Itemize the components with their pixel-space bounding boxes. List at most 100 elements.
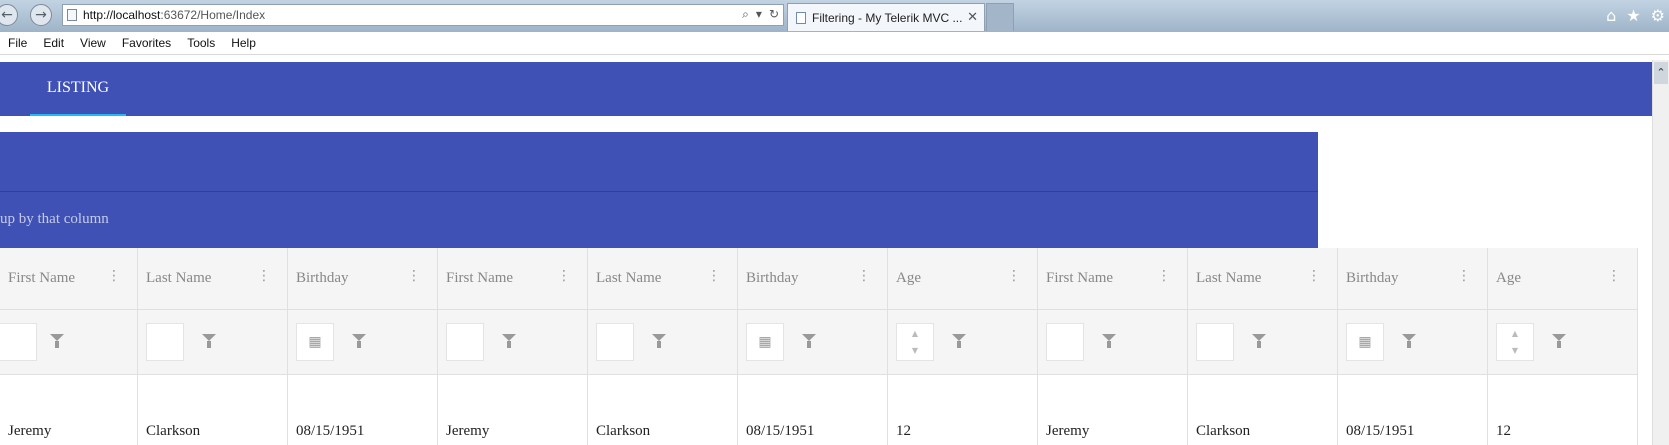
numeric-filter-input[interactable]: ▲ ▼ (896, 323, 934, 361)
home-icon[interactable]: ⌂ (1606, 6, 1616, 25)
column-header[interactable]: Last Name ⋮ (138, 248, 288, 310)
filter-cell: ▲ ▼ (1488, 310, 1638, 375)
menu-file[interactable]: File (0, 36, 35, 50)
filter-input[interactable] (446, 323, 484, 361)
column-header[interactable]: First Name ⋮ (1038, 248, 1188, 310)
column-title: Age (1496, 270, 1521, 286)
column-menu-icon[interactable]: ⋮ (1457, 268, 1471, 284)
refresh-icon[interactable]: ↻ (769, 7, 779, 22)
scroll-up-icon[interactable]: ⌃ (1654, 62, 1668, 84)
table-cell: 08/15/1951 (288, 375, 438, 445)
column-header[interactable]: Last Name ⋮ (588, 248, 738, 310)
search-icon[interactable]: ⌕ (742, 7, 749, 22)
toolbar-divider (0, 191, 1318, 192)
column-menu-icon[interactable]: ⋮ (107, 268, 121, 284)
gear-icon[interactable]: ⚙ (1651, 6, 1665, 25)
table-cell: 08/15/1951 (738, 375, 888, 445)
filter-input[interactable] (596, 323, 634, 361)
filter-cell: ▦ (288, 310, 438, 375)
column-header[interactable]: Birthday ⋮ (288, 248, 438, 310)
column-menu-icon[interactable]: ⋮ (407, 268, 421, 284)
filter-input[interactable] (146, 323, 184, 361)
menu-favorites[interactable]: Favorites (114, 36, 179, 50)
cell-value: Jeremy (446, 423, 490, 439)
cell-value: 12 (1496, 423, 1511, 439)
browser-tab[interactable]: Filtering - My Telerik MVC ... ✕ (787, 3, 985, 31)
forward-button[interactable]: → (30, 4, 52, 26)
column-title: First Name (1046, 270, 1114, 286)
column-menu-icon[interactable]: ⋮ (257, 268, 271, 284)
column-menu-icon[interactable]: ⋮ (707, 268, 721, 284)
cell-value: 08/15/1951 (296, 423, 365, 439)
page-icon (67, 9, 77, 21)
menu-edit[interactable]: Edit (35, 36, 72, 50)
column-header[interactable]: First Name ⋮ (438, 248, 588, 310)
back-button[interactable]: ← (0, 4, 18, 26)
url-text: http://localhost:63672/Home/Index (83, 8, 266, 22)
calendar-icon[interactable]: ▦ (1346, 323, 1384, 361)
address-bar[interactable]: http://localhost:63672/Home/Index ⌕ ▾ ↻ (62, 4, 784, 26)
filter-icon[interactable] (1102, 334, 1116, 348)
column-title: Birthday (746, 270, 799, 286)
filter-icon[interactable] (50, 334, 64, 348)
filter-icon[interactable] (1402, 334, 1416, 348)
column-menu-icon[interactable]: ⋮ (857, 268, 871, 284)
column-title: Last Name (1196, 270, 1262, 286)
cell-value: Jeremy (8, 423, 52, 439)
column-menu-icon[interactable]: ⋮ (557, 268, 571, 284)
tab-title: Filtering - My Telerik MVC ... (812, 10, 963, 25)
column-header[interactable]: First Name ⋮ (0, 248, 138, 310)
filter-icon[interactable] (1552, 334, 1566, 348)
table-cell: Jeremy (0, 375, 138, 445)
vertical-scrollbar[interactable]: ⌃ (1652, 60, 1669, 445)
cell-value: Clarkson (596, 423, 651, 439)
group-panel-hint: up by that column (0, 211, 109, 227)
tab-page-icon (796, 11, 806, 24)
filter-input[interactable] (1046, 323, 1084, 361)
address-tools: ⌕ ▾ ↻ (742, 7, 779, 22)
column-menu-icon[interactable]: ⋮ (1307, 268, 1321, 284)
star-icon[interactable]: ★ (1626, 6, 1640, 25)
filter-cell (1188, 310, 1338, 375)
filter-input[interactable] (1196, 323, 1234, 361)
column-header[interactable]: Age ⋮ (1488, 248, 1638, 310)
menu-help[interactable]: Help (223, 36, 264, 50)
filter-icon[interactable] (652, 334, 666, 348)
column-menu-icon[interactable]: ⋮ (1607, 268, 1621, 284)
table-cell: Clarkson (138, 375, 288, 445)
column-menu-icon[interactable]: ⋮ (1157, 268, 1171, 284)
column-header[interactable]: Birthday ⋮ (1338, 248, 1488, 310)
filter-cell (1038, 310, 1188, 375)
calendar-icon[interactable]: ▦ (746, 323, 784, 361)
data-grid: First Name ⋮ Jeremy Last Name ⋮ Clarkson Birth… (0, 248, 1638, 445)
filter-cell (588, 310, 738, 375)
column-menu-icon[interactable]: ⋮ (1007, 268, 1021, 284)
dropdown-icon[interactable]: ▾ (756, 7, 762, 22)
column-header[interactable]: Age ⋮ (888, 248, 1038, 310)
column-title: Last Name (596, 270, 662, 286)
new-tab-button[interactable] (986, 3, 1014, 31)
cell-value: Jeremy (1046, 423, 1090, 439)
column-title: Birthday (1346, 270, 1399, 286)
filter-icon[interactable] (952, 334, 966, 348)
filter-cell (438, 310, 588, 375)
filter-icon[interactable] (352, 334, 366, 348)
filter-input[interactable] (0, 323, 37, 361)
filter-icon[interactable] (802, 334, 816, 348)
filter-icon[interactable] (502, 334, 516, 348)
calendar-icon[interactable]: ▦ (296, 323, 334, 361)
browser-titlebar: ← → http://localhost:63672/Home/Index ⌕ … (0, 0, 1669, 32)
column-title: Birthday (296, 270, 349, 286)
filter-icon[interactable] (1252, 334, 1266, 348)
table-cell: Jeremy (1038, 375, 1188, 445)
filter-icon[interactable] (202, 334, 216, 348)
nav-listing[interactable]: LISTING (30, 62, 126, 116)
close-icon[interactable]: ✕ (967, 9, 978, 25)
filter-cell: ▲ ▼ (888, 310, 1038, 375)
column-header[interactable]: Birthday ⋮ (738, 248, 888, 310)
menu-view[interactable]: View (72, 36, 114, 50)
column-header[interactable]: Last Name ⋮ (1188, 248, 1338, 310)
column-title: Age (896, 270, 921, 286)
numeric-filter-input[interactable]: ▲ ▼ (1496, 323, 1534, 361)
menu-tools[interactable]: Tools (179, 36, 223, 50)
